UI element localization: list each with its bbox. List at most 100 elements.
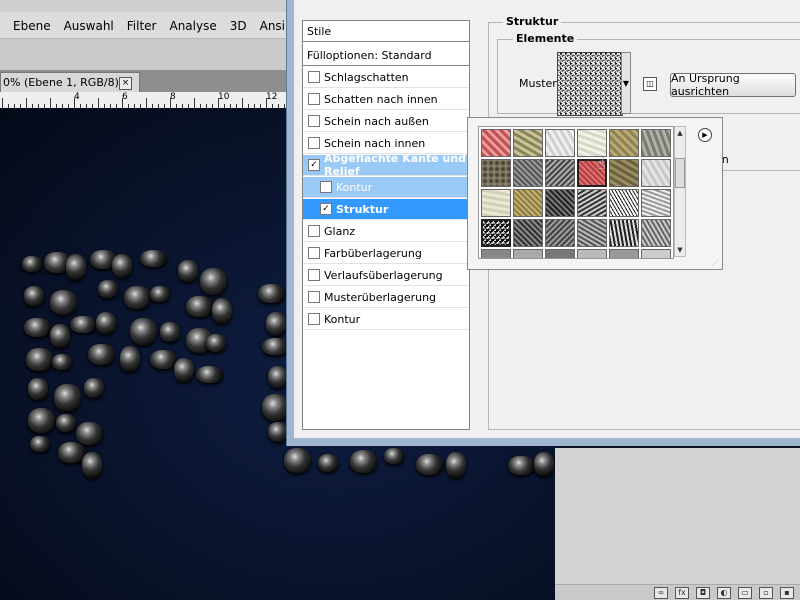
trash-icon[interactable]: ▪ xyxy=(780,586,794,599)
fill-options-label: Fülloptionen: Standard xyxy=(307,48,432,62)
new-layer-icon[interactable]: ▫ xyxy=(759,586,773,599)
pattern-swatch[interactable] xyxy=(545,189,575,217)
checkbox[interactable] xyxy=(320,181,332,193)
pattern-swatch[interactable] xyxy=(609,159,639,187)
stone-texture-blob xyxy=(76,422,103,445)
menu-ansicht[interactable]: Ansi xyxy=(260,19,285,33)
pattern-swatch[interactable] xyxy=(545,219,575,247)
scroll-down-icon[interactable]: ▼ xyxy=(675,245,685,255)
scroll-up-icon[interactable]: ▲ xyxy=(675,128,685,138)
ruler-tick xyxy=(218,98,219,108)
style-outer-glow[interactable]: Schein nach außen xyxy=(303,111,469,132)
checkbox[interactable] xyxy=(308,137,320,149)
menu-analyse[interactable]: Analyse xyxy=(169,19,216,33)
mask-icon[interactable]: ◘ xyxy=(696,586,710,599)
checkbox[interactable] xyxy=(308,247,320,259)
style-stroke[interactable]: Kontur xyxy=(303,309,469,330)
pattern-swatch[interactable] xyxy=(641,129,671,157)
pattern-swatch[interactable] xyxy=(577,189,607,217)
fx-icon[interactable]: fx xyxy=(675,586,689,599)
chevron-down-icon[interactable]: ▼ xyxy=(621,52,631,114)
adjustment-icon[interactable]: ◐ xyxy=(717,586,731,599)
checkbox[interactable] xyxy=(308,269,320,281)
pattern-swatch[interactable] xyxy=(513,129,543,157)
style-gradient-overlay[interactable]: Verlaufsüberlagerung xyxy=(303,265,469,286)
checkbox[interactable] xyxy=(308,115,320,127)
pattern-swatch[interactable] xyxy=(481,129,511,157)
styles-header[interactable]: Stile xyxy=(303,21,469,42)
pattern-swatch[interactable] xyxy=(481,249,511,258)
stone-texture-blob xyxy=(262,394,289,421)
pattern-swatch[interactable] xyxy=(513,159,543,187)
stone-texture-blob xyxy=(284,448,311,473)
style-pattern-overlay[interactable]: Musterüberlagerung xyxy=(303,287,469,308)
picker-scrollbar-thumb[interactable] xyxy=(675,158,685,188)
pattern-preview[interactable] xyxy=(557,52,623,116)
checkbox[interactable] xyxy=(308,225,320,237)
style-inner-shadow[interactable]: Schatten nach innen xyxy=(303,89,469,110)
hand-cursor-icon: ☝ xyxy=(596,154,606,173)
stone-texture-blob xyxy=(26,348,53,371)
pattern-swatch[interactable] xyxy=(609,219,639,247)
pattern-swatch[interactable] xyxy=(577,249,607,258)
checkbox[interactable]: ✓ xyxy=(320,203,332,215)
menu-filter[interactable]: Filter xyxy=(127,19,157,33)
pattern-swatch[interactable] xyxy=(577,129,607,157)
style-color-overlay[interactable]: Farbüberlagerung xyxy=(303,243,469,264)
pattern-swatch[interactable] xyxy=(513,219,543,247)
pattern-swatch[interactable] xyxy=(513,249,543,258)
checkbox[interactable] xyxy=(308,71,320,83)
styles-list: Stile Fülloptionen: Standard Schlagschat… xyxy=(302,20,470,430)
stone-texture-blob xyxy=(534,452,554,476)
checkbox[interactable] xyxy=(308,313,320,325)
pattern-swatch[interactable] xyxy=(609,189,639,217)
style-label: Schein nach innen xyxy=(324,136,426,150)
style-contour-sub[interactable]: Kontur xyxy=(303,177,469,198)
style-texture[interactable]: ✓ Struktur xyxy=(303,199,469,220)
pattern-swatch[interactable] xyxy=(641,249,671,258)
pattern-swatch[interactable] xyxy=(641,219,671,247)
pattern-swatch[interactable] xyxy=(641,189,671,217)
pattern-swatch[interactable] xyxy=(641,159,671,187)
pattern-swatch[interactable] xyxy=(481,189,511,217)
menu-auswahl[interactable]: Auswahl xyxy=(64,19,114,33)
pattern-swatch-current[interactable] xyxy=(481,219,511,247)
stone-texture-blob xyxy=(130,318,157,345)
checkbox[interactable] xyxy=(308,291,320,303)
ruler-tick xyxy=(2,98,3,108)
picker-scrollbar[interactable] xyxy=(674,126,686,257)
stone-texture-blob xyxy=(82,452,102,478)
pattern-swatch[interactable] xyxy=(577,219,607,247)
checkbox[interactable] xyxy=(308,93,320,105)
pattern-swatch[interactable] xyxy=(481,159,511,187)
elements-title: Elemente xyxy=(513,32,578,45)
new-preset-icon[interactable]: ◫ xyxy=(643,77,657,91)
style-bevel-emboss[interactable]: ✓ Abgeflachte Kante und Relief xyxy=(303,152,469,178)
document-tab[interactable]: 0% (Ebene 1, RGB/8) * × xyxy=(0,72,140,92)
pattern-swatch[interactable] xyxy=(545,249,575,258)
checkbox[interactable]: ✓ xyxy=(308,159,320,171)
resize-grip-icon[interactable]: ⋰ xyxy=(712,259,720,267)
pattern-swatch[interactable] xyxy=(609,129,639,157)
stone-texture-blob xyxy=(98,280,118,298)
pattern-swatch[interactable] xyxy=(545,159,575,187)
style-inner-glow[interactable]: Schein nach innen xyxy=(303,133,469,154)
pattern-swatch[interactable] xyxy=(513,189,543,217)
pattern-swatch[interactable] xyxy=(545,129,575,157)
stone-texture-blob xyxy=(70,316,97,333)
pattern-swatch[interactable] xyxy=(609,249,639,258)
stone-texture-blob xyxy=(52,354,72,370)
menu-arrow-icon[interactable]: ▶ xyxy=(698,128,712,142)
style-label: Verlaufsüberlagerung xyxy=(324,268,443,282)
snap-to-origin-button[interactable]: An Ursprung ausrichten xyxy=(670,72,796,98)
window-title-strip xyxy=(0,0,290,12)
menu-ebene[interactable]: Ebene xyxy=(13,19,51,33)
style-satin[interactable]: Glanz xyxy=(303,221,469,242)
fill-options[interactable]: Fülloptionen: Standard xyxy=(303,45,469,66)
close-icon[interactable]: × xyxy=(119,77,132,90)
link-icon[interactable]: ∞ xyxy=(654,586,668,599)
folder-icon[interactable]: ▭ xyxy=(738,586,752,599)
style-drop-shadow[interactable]: Schlagschatten xyxy=(303,67,469,88)
stone-texture-blob xyxy=(28,378,48,400)
menu-3d[interactable]: 3D xyxy=(230,19,247,33)
